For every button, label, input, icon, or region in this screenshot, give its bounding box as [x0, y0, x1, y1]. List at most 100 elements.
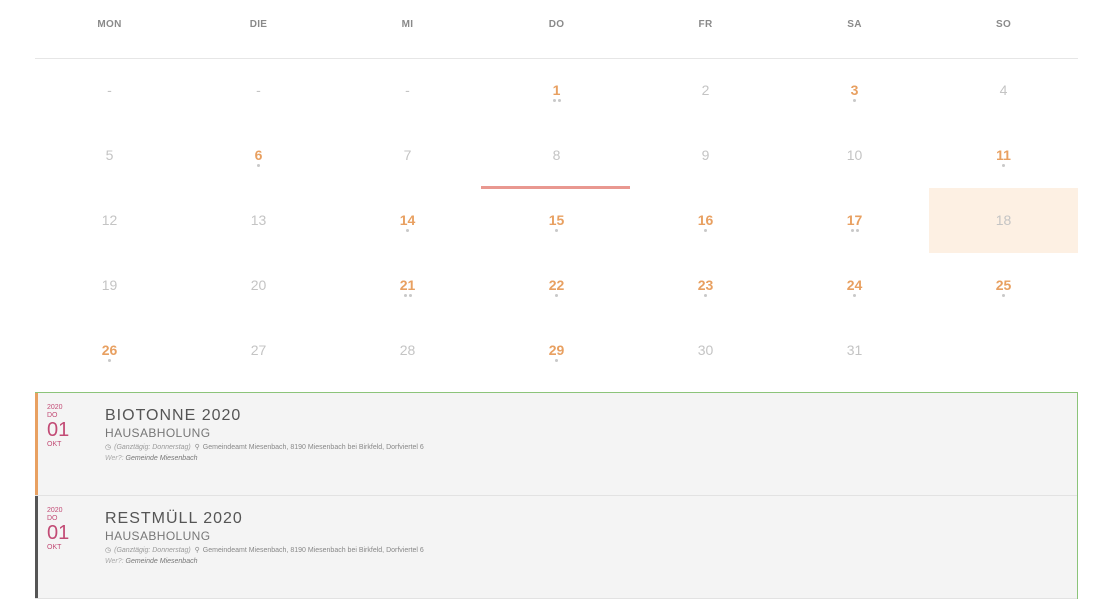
event-meta: ◷ (Ganztägig: Donnerstag) ⚲ Gemeindeamt Mi… [105, 442, 1067, 453]
day-cell[interactable]: 19 [35, 253, 184, 318]
day-number: 24 [846, 277, 863, 293]
day-number: 2 [701, 82, 710, 98]
event-dot [555, 229, 558, 232]
day-cell: - [333, 58, 482, 123]
event-dot [1002, 294, 1005, 297]
event-subtitle: HAUSABHOLUNG [105, 426, 211, 440]
weekday-header-row: MON DIE MI DO FR SA SO [35, 0, 1078, 59]
map-pin-icon: ⚲ [194, 547, 200, 554]
day-cell[interactable]: 29 [482, 318, 631, 383]
day-cell[interactable]: 23 [631, 253, 780, 318]
day-cell[interactable]: 7 [333, 123, 482, 188]
event-day: 01 [47, 522, 70, 544]
event-organizer: Wer?: Gemeinde Miesenbach [105, 556, 1067, 567]
day-cell[interactable]: 8 [482, 123, 631, 188]
weekday-do: DO [548, 19, 565, 30]
event-dot [552, 99, 556, 102]
day-cell[interactable]: 10 [780, 123, 929, 188]
day-cell[interactable]: 16 [631, 188, 780, 253]
day-cell[interactable]: 13 [184, 188, 333, 253]
event-dots [333, 294, 482, 298]
day-number: - [256, 82, 261, 98]
day-number: 8 [552, 147, 561, 163]
event-subtitle: HAUSABHOLUNG [105, 529, 211, 543]
day-cell[interactable]: 12 [35, 188, 184, 253]
day-cell[interactable]: 27 [184, 318, 333, 383]
day-cell[interactable]: 3 [780, 58, 929, 123]
day-number: 31 [846, 342, 863, 358]
day-number: 17 [846, 212, 863, 228]
day-cell[interactable]: 4 [929, 58, 1078, 123]
day-cell[interactable]: 31 [780, 318, 929, 383]
event-dot [1002, 164, 1005, 167]
day-cell[interactable]: 21 [333, 253, 482, 318]
day-number: 26 [101, 342, 118, 358]
day-cell[interactable]: 28 [333, 318, 482, 383]
day-number: 23 [697, 277, 714, 293]
day-cell [929, 318, 1078, 383]
event-dots [929, 164, 1078, 168]
day-cell[interactable]: 5 [35, 123, 184, 188]
event-dots [333, 229, 482, 233]
event-dot [853, 294, 856, 297]
day-number: 10 [846, 147, 863, 163]
event-dot [555, 294, 558, 297]
day-number: 5 [105, 147, 114, 163]
day-cell[interactable]: 1 [482, 58, 631, 123]
map-pin-icon: ⚲ [194, 444, 200, 451]
day-number: 3 [850, 82, 859, 98]
day-cell[interactable]: 22 [482, 253, 631, 318]
day-cell[interactable]: 14 [333, 188, 482, 253]
event-color-bar [35, 393, 38, 495]
day-number: 25 [995, 277, 1012, 293]
organizer-name[interactable]: Gemeinde Miesenbach [126, 455, 198, 462]
event-dot [850, 229, 854, 232]
event-title[interactable]: RESTMÜLL 2020 [105, 509, 1067, 529]
day-number: 29 [548, 342, 565, 358]
day-cell[interactable]: 15 [482, 188, 631, 253]
day-cell[interactable]: 2 [631, 58, 780, 123]
event-title[interactable]: BIOTONNE 2020 [105, 406, 1067, 426]
event-dot [257, 164, 260, 167]
day-cell: - [35, 58, 184, 123]
organizer-label: Wer?: [105, 558, 124, 565]
event-dots [482, 99, 631, 103]
day-cell[interactable]: 24 [780, 253, 929, 318]
event-location: Gemeindeamt Miesenbach, 8190 Miesenbach … [202, 547, 424, 554]
day-number: 19 [101, 277, 118, 293]
event-dot [406, 229, 409, 232]
event-dots [35, 359, 184, 363]
day-cell[interactable]: 30 [631, 318, 780, 383]
event-date: 2020 DO 01 OKT [47, 507, 87, 552]
event-dot [408, 294, 412, 297]
weekday-fr: FR [698, 19, 713, 30]
day-number: 22 [548, 277, 565, 293]
day-number: 9 [701, 147, 710, 163]
day-cell[interactable]: 20 [184, 253, 333, 318]
event-year: 2020 [47, 507, 63, 514]
day-number: 1 [552, 82, 561, 98]
event-month: OKT [47, 544, 62, 551]
day-cell[interactable]: 18 [929, 188, 1078, 253]
day-cell[interactable]: 6 [184, 123, 333, 188]
day-cell[interactable]: 9 [631, 123, 780, 188]
day-cell[interactable]: 17 [780, 188, 929, 253]
day-cell[interactable]: 25 [929, 253, 1078, 318]
event-dot [108, 359, 111, 362]
day-cell[interactable]: 26 [35, 318, 184, 383]
event-day: 01 [47, 419, 70, 441]
day-cell[interactable]: 11 [929, 123, 1078, 188]
event-year: 2020 [47, 404, 63, 411]
day-number: 11 [996, 147, 1011, 163]
event-dots [631, 229, 780, 233]
event-time: (Ganztägig: Donnerstag) [114, 444, 191, 451]
event-dots [184, 164, 333, 168]
organizer-name[interactable]: Gemeinde Miesenbach [126, 558, 198, 565]
event-dots [780, 99, 929, 103]
event-dots [482, 229, 631, 233]
event-organizer: Wer?: Gemeinde Miesenbach [105, 453, 1067, 464]
event-item[interactable]: 2020 DO 01 OKT RESTMÜLL 2020 HAUSABHOLUN… [35, 496, 1077, 599]
event-dot [855, 229, 859, 232]
event-item[interactable]: 2020 DO 01 OKT BIOTONNE 2020 HAUSABHOLUN… [35, 393, 1077, 496]
day-number: 4 [999, 82, 1008, 98]
